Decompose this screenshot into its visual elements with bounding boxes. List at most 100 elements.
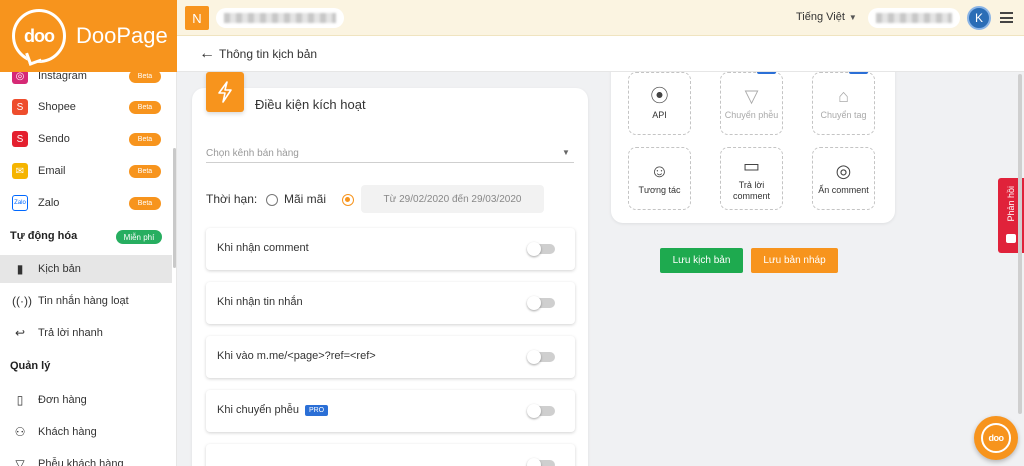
beta-badge: Beta (129, 100, 161, 114)
workspace-avatar[interactable]: N (185, 6, 209, 30)
customers-icon: ⚇ (14, 425, 26, 439)
trigger-toggle[interactable] (527, 458, 555, 466)
trigger-label: Khi nhận tin nhắn (217, 296, 303, 308)
sidebar-item-orders[interactable]: ▯ Đơn hàng (0, 386, 172, 414)
duration-label: Thời hạn: (206, 192, 258, 206)
beta-badge: Beta (129, 72, 161, 83)
page-scrollbar[interactable] (1018, 74, 1022, 414)
trigger-toggle[interactable] (527, 296, 555, 310)
action-label: Chuyển tag (820, 110, 867, 120)
forever-radio[interactable] (266, 194, 278, 206)
section-manage: Quản lý (10, 360, 51, 372)
doopage-chat-icon: doo (981, 423, 1011, 453)
back-arrow-icon[interactable]: ← (199, 45, 215, 63)
tag-icon: ⌂ (838, 86, 849, 106)
caret-down-icon[interactable]: ▼ (562, 148, 570, 157)
user-name-redacted[interactable] (868, 8, 960, 28)
instagram-icon: ◎ (12, 72, 28, 84)
language-label: Tiếng Việt (796, 11, 845, 23)
language-select[interactable]: Tiếng Việt ▼ (796, 11, 857, 23)
hamburger-menu-icon[interactable] (1000, 12, 1013, 23)
api-icon: ⦿ (650, 86, 669, 106)
action-tile-tag[interactable]: PRO ⌂ Chuyển tag (812, 66, 875, 135)
email-icon: ✉ (12, 163, 28, 179)
trigger-row-mme-ref[interactable]: Khi vào m.me/<page>?ref=<ref> (206, 336, 575, 378)
free-badge: Miễn phí (116, 230, 162, 244)
trigger-card-title: Điều kiện kích hoạt (255, 97, 366, 112)
trigger-toggle[interactable] (527, 350, 555, 364)
fab-logo-text: doo (988, 433, 1005, 443)
trigger-row-funnel[interactable]: Khi chuyển phễu PRO (206, 390, 575, 432)
zalo-icon: Zalo (12, 195, 28, 211)
doopage-logo-icon: doo (12, 9, 66, 63)
brand-name: DooPage (76, 23, 168, 48)
sidebar-item-label: Tin nhắn hàng loạt (38, 295, 129, 307)
action-tile-reply-comment[interactable]: ▭ Trả lời comment (720, 147, 783, 210)
pro-badge: PRO (304, 404, 329, 416)
page-title: Thông tin kịch bản (219, 47, 318, 61)
eye-off-icon: ◎ (835, 161, 852, 181)
reply-icon: ↩ (14, 326, 26, 340)
action-label: Trả lời comment (732, 179, 770, 201)
date-range-input[interactable]: Từ 29/02/2020 đến 29/03/2020 (361, 185, 544, 213)
trigger-label-row: Khi chuyển phễu PRO (217, 404, 329, 416)
emoji-add-icon: ☺ (650, 161, 669, 181)
trigger-label: Khi nhận comment (217, 242, 309, 254)
channel-select[interactable]: Chọn kênh bán hàng (206, 148, 299, 159)
trigger-label: Khi vào m.me/<page>?ref=<ref> (217, 350, 376, 362)
sidebar-item-label: Khách hàng (38, 426, 97, 438)
sidebar-item-funnel[interactable]: ▽ Phễu khách hàng (0, 450, 172, 466)
save-draft-button[interactable]: Lưu bản nháp (751, 248, 838, 273)
logo-text: doo (24, 25, 55, 46)
action-tile-hide-comment[interactable]: ◎ Ẩn comment (812, 147, 875, 210)
action-label: API (652, 110, 667, 120)
action-tile-interact[interactable]: ☺ Tương tác (628, 147, 691, 210)
sidebar-scrollbar[interactable] (173, 148, 176, 268)
trigger-row-comment[interactable]: Khi nhận comment (206, 228, 575, 270)
action-tile-api[interactable]: ⦿ API (628, 72, 691, 135)
sidebar: ◎ Instagram Beta S Shopee Beta S Sendo B… (0, 72, 177, 466)
sidebar-item-label: Instagram (38, 72, 87, 82)
trigger-toggle[interactable] (527, 404, 555, 418)
trigger-label: Khi chuyển phễu (217, 404, 299, 416)
sidebar-item-label: Zalo (38, 197, 60, 209)
forever-label: Mãi mãi (284, 192, 327, 206)
section-automation: Tự động hóa (10, 230, 78, 242)
sidebar-item-sendo[interactable]: S Sendo Beta (0, 125, 172, 153)
action-tile-funnel[interactable]: PRO ▽ Chuyển phễu (720, 66, 783, 135)
sidebar-item-shopee[interactable]: S Shopee Beta (0, 93, 172, 121)
sendo-icon: S (12, 131, 28, 147)
sidebar-item-customers[interactable]: ⚇ Khách hàng (0, 418, 172, 446)
brand-logo[interactable]: doo DooPage (0, 0, 177, 72)
lightning-icon (206, 72, 244, 112)
sidebar-item-quick-reply[interactable]: ↩ Trả lời nhanh (0, 319, 172, 347)
action-label: Chuyển phễu (724, 110, 779, 120)
trigger-row-message[interactable]: Khi nhận tin nhắn (206, 282, 575, 324)
user-avatar[interactable]: K (967, 6, 991, 30)
funnel-icon: ▽ (744, 86, 759, 106)
beta-badge: Beta (129, 132, 161, 146)
sidebar-item-label: Kịch bản (38, 263, 81, 275)
save-scenario-button[interactable]: Lưu kịch bản (660, 248, 743, 273)
sidebar-item-email[interactable]: ✉ Email Beta (0, 157, 172, 185)
channel-select-underline (206, 162, 574, 163)
funnel-icon: ▽ (15, 457, 25, 466)
trigger-toggle[interactable] (527, 242, 555, 256)
clipboard-icon: ▮ (16, 262, 24, 276)
trigger-row-partial[interactable] (206, 444, 575, 466)
workspace-name-redacted[interactable] (216, 8, 344, 28)
sidebar-item-zalo[interactable]: Zalo Zalo Beta (0, 189, 172, 217)
sidebar-item-label: Shopee (38, 101, 76, 113)
sidebar-item-instagram[interactable]: ◎ Instagram Beta (0, 72, 172, 90)
page-header: ← Thông tin kịch bản (177, 36, 1024, 72)
chevron-down-icon: ▼ (848, 13, 857, 22)
sidebar-item-scenario[interactable]: ▮ Kịch bản (0, 255, 172, 283)
sidebar-item-label: Phễu khách hàng (38, 458, 124, 466)
sidebar-item-label: Email (38, 165, 66, 177)
beta-badge: Beta (129, 164, 161, 178)
feedback-label: Phản hồi (1006, 186, 1016, 222)
sidebar-item-broadcast[interactable]: ((·)) Tin nhắn hàng loạt (0, 287, 172, 315)
action-label: Ẩn comment (818, 185, 869, 195)
chat-support-button[interactable]: doo (974, 416, 1018, 460)
date-range-radio[interactable] (342, 194, 354, 206)
